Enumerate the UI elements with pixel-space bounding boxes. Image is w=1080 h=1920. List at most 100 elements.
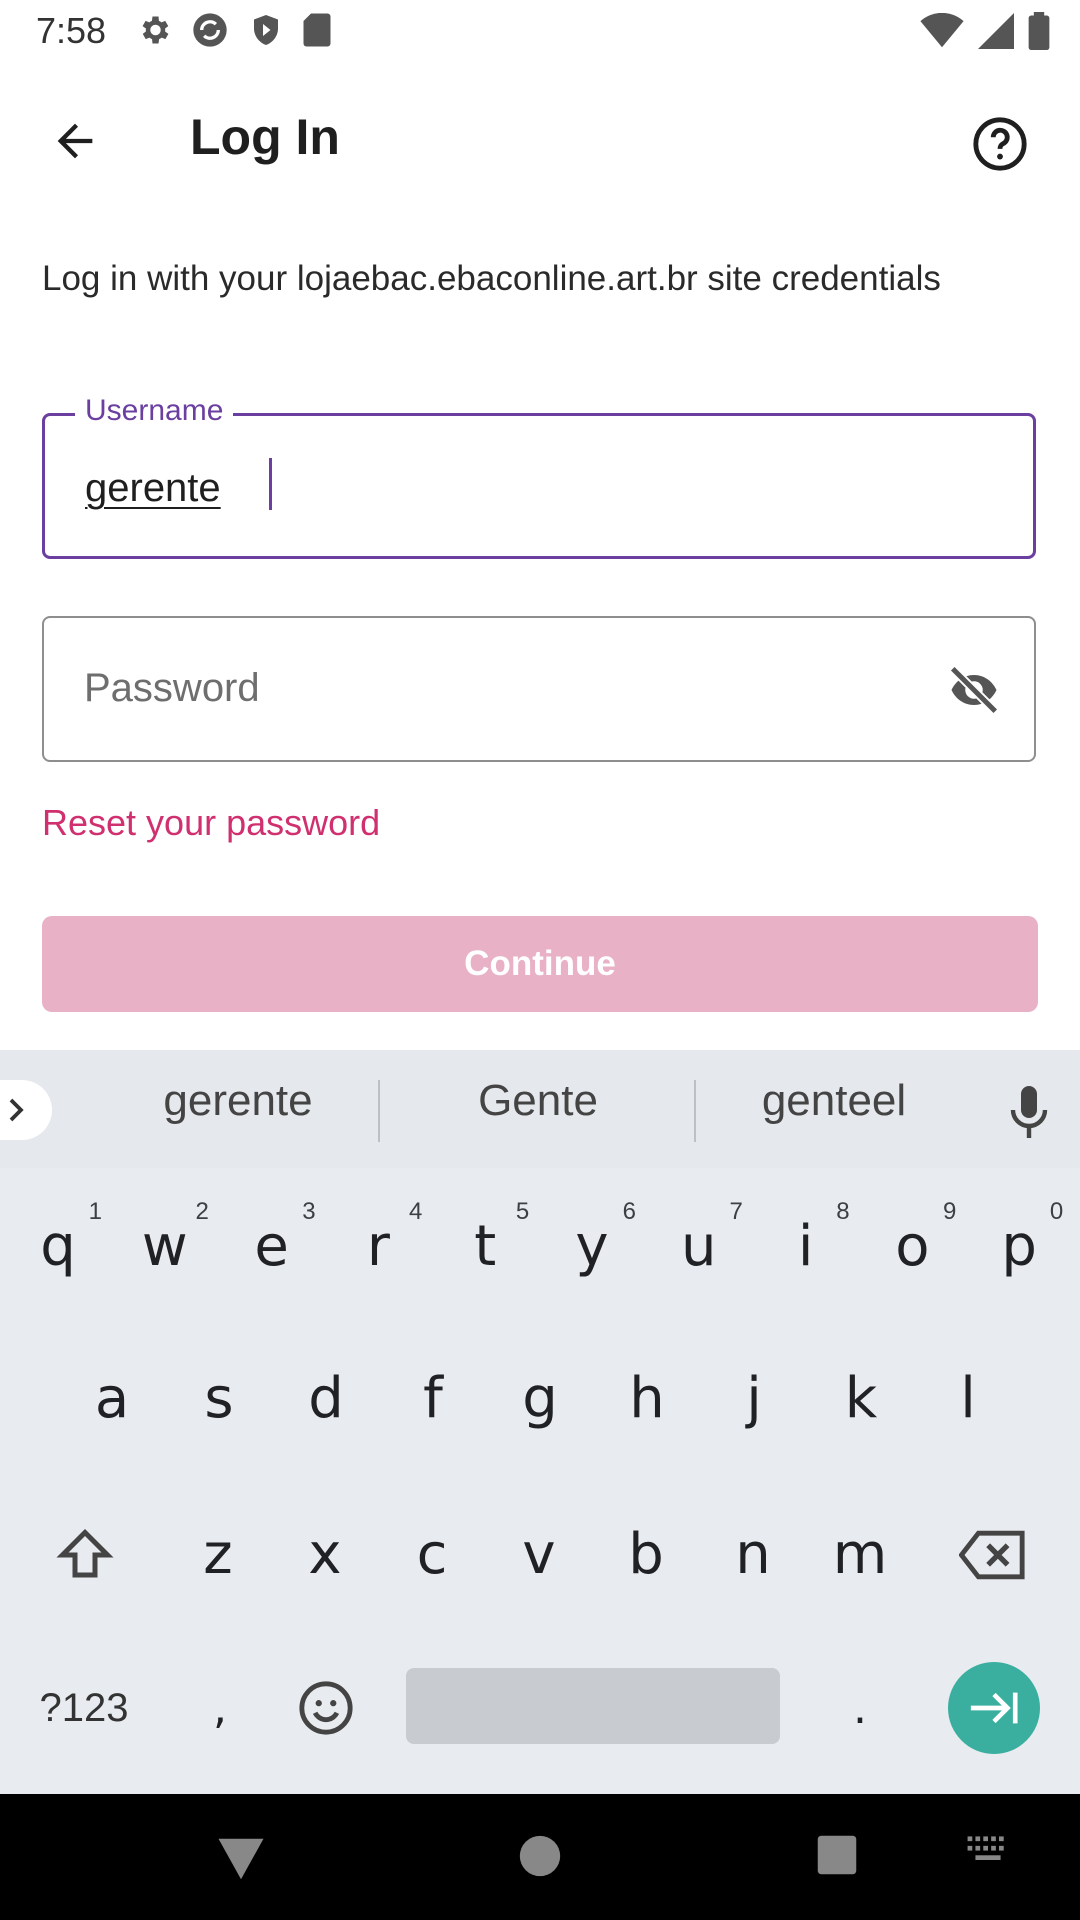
enter-next-key[interactable] — [948, 1662, 1040, 1754]
key-number-hint: 4 — [409, 1198, 423, 1225]
microphone-icon[interactable] — [1004, 1084, 1054, 1140]
key-j[interactable]: j — [704, 1338, 804, 1458]
key-o[interactable]: o9 — [862, 1186, 962, 1306]
key-u[interactable]: u7 — [649, 1186, 749, 1306]
key-k[interactable]: k — [811, 1338, 911, 1458]
username-label: Username — [75, 394, 234, 428]
nav-recents-button[interactable] — [816, 1834, 858, 1876]
key-number-hint: 6 — [622, 1198, 636, 1225]
suggestion-strip: gerente Gente genteel — [0, 1050, 1080, 1168]
suggestion-1[interactable]: gerente — [128, 1076, 348, 1126]
key-label: o — [895, 1213, 930, 1279]
text-cursor — [269, 458, 272, 510]
key-number-hint: 9 — [943, 1198, 957, 1225]
login-instructions: Log in with your lojaebac.ebaconline.art… — [42, 259, 941, 298]
suggestion-divider — [378, 1080, 380, 1142]
status-bar: 7:58 — [0, 0, 1080, 64]
space-key[interactable] — [406, 1668, 780, 1744]
nav-home-circle-icon — [519, 1835, 561, 1877]
suggestion-2[interactable]: Gente — [428, 1076, 648, 1126]
reset-password-link[interactable]: Reset your password — [42, 802, 380, 844]
play-protect-icon — [254, 15, 278, 45]
key-z[interactable]: z — [168, 1494, 268, 1614]
nav-home-button[interactable] — [518, 1834, 562, 1878]
key-number-hint: 2 — [195, 1198, 209, 1225]
key-v[interactable]: v — [489, 1494, 589, 1614]
key-y[interactable]: y6 — [542, 1186, 642, 1306]
next-field-arrow-icon — [970, 1692, 1018, 1724]
symbols-key[interactable]: ?123 — [24, 1660, 144, 1756]
key-label: w — [141, 1213, 188, 1279]
key-number-hint: 5 — [515, 1198, 530, 1225]
continue-button[interactable]: Continue — [42, 916, 1038, 1012]
status-time: 7:58 — [36, 10, 107, 51]
key-p[interactable]: p0 — [969, 1186, 1069, 1306]
toggle-password-visibility-button[interactable] — [942, 658, 1006, 722]
page-title: Log In — [190, 109, 340, 165]
key-a[interactable]: a — [62, 1338, 162, 1458]
emoji-smiley-icon — [299, 1681, 353, 1735]
period-key[interactable]: . — [820, 1660, 900, 1756]
cell-signal-icon — [978, 13, 1014, 49]
arrow-back-icon — [57, 123, 93, 159]
key-g[interactable]: g — [490, 1338, 590, 1458]
suggestion-3[interactable]: genteel — [724, 1076, 944, 1126]
shift-icon — [56, 1528, 114, 1578]
key-s[interactable]: s — [169, 1338, 269, 1458]
nav-recents-square-icon — [817, 1835, 857, 1875]
keyboard-icon — [967, 1836, 1004, 1860]
key-label: q — [40, 1213, 76, 1279]
help-button[interactable] — [960, 104, 1040, 184]
key-d[interactable]: d — [276, 1338, 376, 1458]
nav-back-triangle-icon — [218, 1838, 264, 1880]
key-r[interactable]: r4 — [328, 1186, 428, 1306]
nav-keyboard-switch-button[interactable] — [966, 1834, 1010, 1864]
key-t[interactable]: t5 — [435, 1186, 535, 1306]
expand-toolbar-button[interactable] — [0, 1080, 52, 1140]
key-m[interactable]: m — [810, 1494, 910, 1614]
key-number-hint: 0 — [1049, 1198, 1064, 1225]
backspace-icon — [959, 1530, 1025, 1580]
sync-icon — [193, 13, 227, 47]
key-label: r — [366, 1213, 390, 1279]
system-navigation-bar — [0, 1794, 1080, 1920]
key-number-hint: 3 — [302, 1198, 316, 1225]
key-c[interactable]: c — [382, 1494, 482, 1614]
key-label: y — [575, 1213, 609, 1279]
key-e[interactable]: e3 — [222, 1186, 322, 1306]
settings-gear-icon — [142, 16, 169, 44]
backspace-key[interactable] — [948, 1500, 1038, 1610]
emoji-key[interactable] — [286, 1660, 366, 1756]
key-i[interactable]: i8 — [756, 1186, 856, 1306]
chevron-right-icon — [9, 1098, 24, 1122]
key-b[interactable]: b — [596, 1494, 696, 1614]
help-circle-icon — [973, 117, 1027, 171]
username-field[interactable]: Username gerente — [42, 394, 1036, 559]
comma-key[interactable]: , — [180, 1660, 260, 1756]
password-field[interactable]: Password — [42, 616, 1036, 762]
back-button[interactable] — [40, 106, 110, 176]
password-placeholder: Password — [84, 666, 260, 710]
key-number-hint: 7 — [729, 1198, 743, 1225]
key-label: e — [254, 1213, 289, 1279]
key-x[interactable]: x — [275, 1494, 375, 1614]
key-n[interactable]: n — [703, 1494, 803, 1614]
nav-back-button[interactable] — [214, 1834, 268, 1884]
key-l[interactable]: l — [918, 1338, 1018, 1458]
key-label: p — [1001, 1213, 1037, 1279]
key-label: i — [797, 1213, 814, 1279]
key-label: t — [474, 1213, 497, 1279]
key-number-hint: 1 — [88, 1198, 102, 1225]
wifi-icon — [920, 13, 964, 48]
key-label: u — [681, 1213, 717, 1279]
suggestion-divider — [694, 1080, 696, 1142]
key-q[interactable]: q1 — [8, 1186, 108, 1306]
visibility-off-icon — [948, 664, 1000, 716]
shift-key[interactable] — [40, 1500, 130, 1610]
key-number-hint: 8 — [836, 1198, 850, 1225]
key-h[interactable]: h — [597, 1338, 697, 1458]
sd-card-icon — [303, 13, 331, 47]
key-f[interactable]: f — [383, 1338, 483, 1458]
username-value[interactable]: gerente — [85, 466, 221, 511]
key-w[interactable]: w2 — [115, 1186, 215, 1306]
